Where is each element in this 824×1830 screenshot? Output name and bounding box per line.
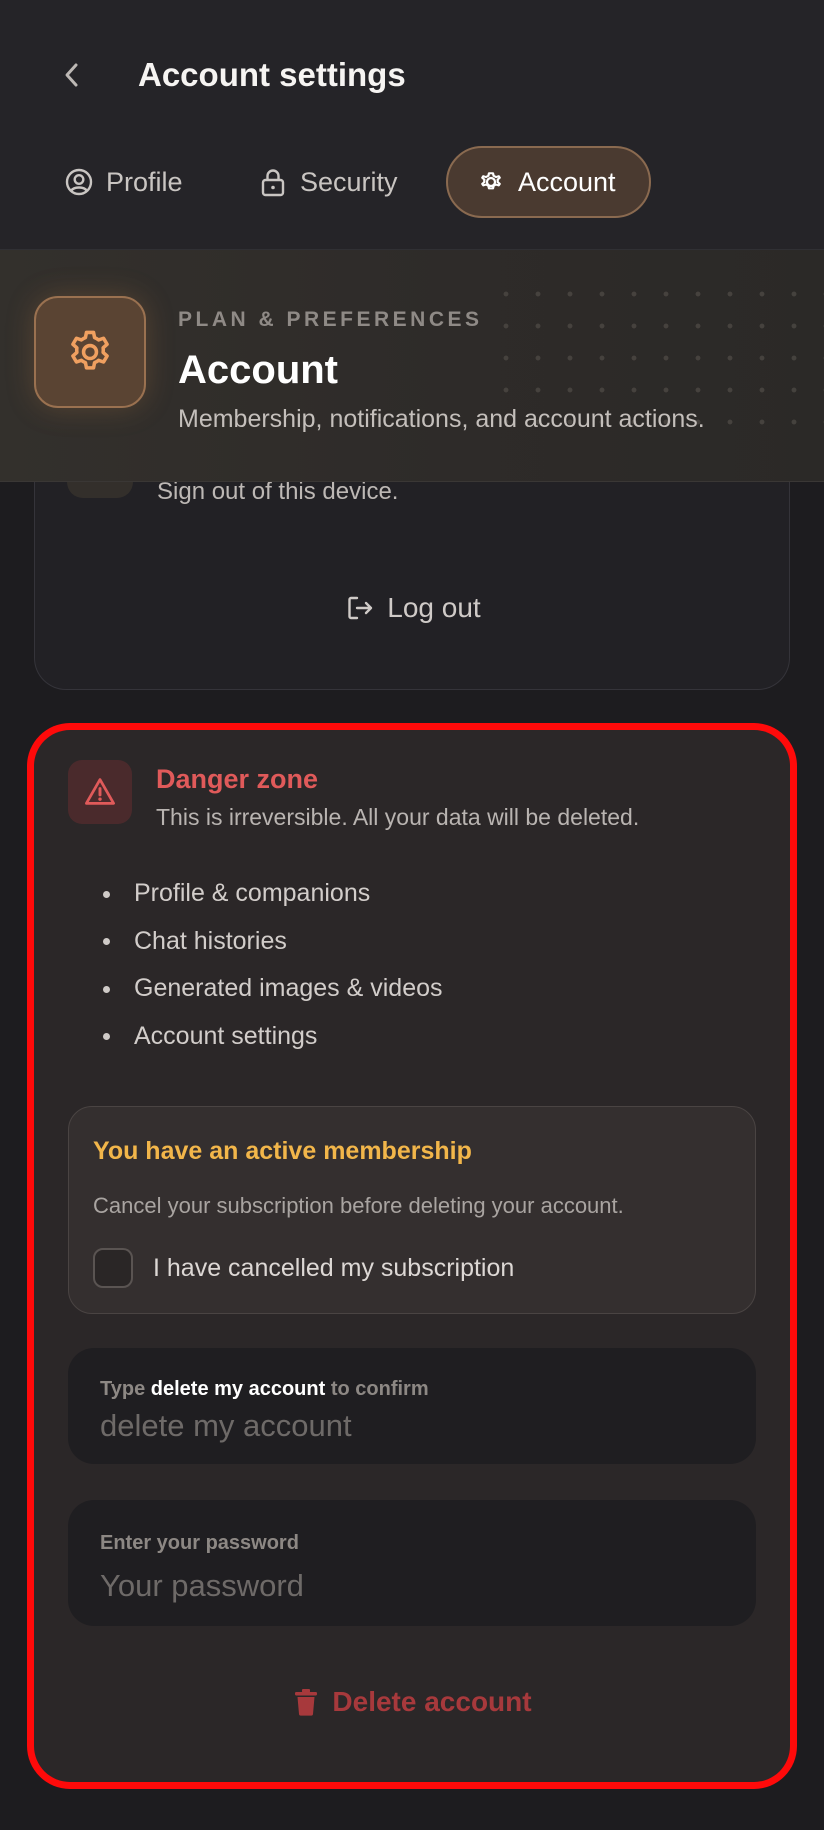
section-icon-badge [34, 296, 146, 408]
warning-icon [85, 778, 115, 805]
bullet [103, 985, 110, 993]
bullet [103, 890, 110, 898]
list-item: Generated images & videos [68, 965, 748, 1013]
list-item: Account settings [68, 1013, 748, 1061]
back-button[interactable] [52, 50, 92, 100]
cancelled-subscription-checkbox[interactable] [93, 1248, 133, 1288]
section-title: Account [178, 348, 338, 392]
settings-tabs: Profile Security Account [0, 146, 824, 218]
membership-title: You have an active membership [93, 1137, 472, 1165]
password-label: Enter your password [100, 1532, 299, 1554]
danger-zone-title: Danger zone [156, 764, 319, 794]
tab-security-label: Security [300, 166, 398, 197]
tab-account[interactable]: Account [446, 146, 651, 218]
logout-icon [348, 596, 373, 620]
cancelled-subscription-checkbox-row[interactable]: I have cancelled my subscription [93, 1247, 514, 1289]
danger-zone-card: Danger zone This is irreversible. All yo… [34, 730, 790, 1782]
lock-icon [261, 169, 285, 197]
gear-icon [71, 330, 109, 370]
logout-button-label: Log out [387, 592, 481, 623]
list-item-text: Account settings [134, 1021, 318, 1050]
bullet [103, 1033, 110, 1041]
section-subtitle: Membership, notifications, and account a… [178, 405, 705, 433]
list-item: Profile & companions [68, 870, 748, 918]
warning-badge [68, 760, 132, 824]
confirm-phrase-label: Type delete my account to confirm [100, 1378, 429, 1401]
user-circle-icon [65, 168, 93, 196]
list-item-text: Generated images & videos [134, 974, 443, 1003]
password-input[interactable] [100, 1564, 720, 1608]
membership-notice: You have an active membership Cancel you… [68, 1106, 756, 1314]
trash-icon [295, 1689, 318, 1716]
chevron-left-icon [65, 63, 78, 87]
label-suffix: to confirm [330, 1378, 429, 1400]
list-item: Chat histories [68, 918, 748, 966]
tab-account-label: Account [518, 166, 616, 197]
top-bar: Account settings Profile Security Accoun… [0, 0, 824, 250]
label-phrase: delete my account [150, 1378, 326, 1400]
delete-account-label: Delete account [332, 1686, 532, 1717]
section-eyebrow: PLAN & PREFERENCES [178, 308, 483, 331]
bullet [103, 938, 110, 946]
tab-profile-label: Profile [106, 166, 183, 197]
logout-description: Sign out of this device. [157, 478, 399, 505]
tab-security[interactable]: Security [258, 146, 398, 218]
membership-description: Cancel your subscription before deleting… [93, 1193, 624, 1218]
list-item-text: Profile & companions [134, 879, 371, 908]
confirm-phrase-input[interactable] [100, 1404, 720, 1448]
password-field: Enter your password [68, 1500, 756, 1626]
section-header: PLAN & PREFERENCES Account Membership, n… [0, 250, 824, 482]
logout-button[interactable]: Log out [35, 578, 791, 638]
page-title: Account settings [138, 56, 406, 93]
confirm-phrase-field: Type delete my account to confirm [68, 1348, 756, 1464]
delete-account-button[interactable]: Delete account [34, 1674, 790, 1730]
checkbox-label: I have cancelled my subscription [153, 1253, 515, 1282]
list-item-text: Chat histories [134, 926, 287, 955]
danger-zone-subtitle: This is irreversible. All your data will… [156, 804, 640, 830]
tab-profile[interactable]: Profile [64, 146, 183, 218]
label-prefix: Type [100, 1378, 146, 1400]
deletion-items-list: Profile & companions Chat histories Gene… [68, 870, 748, 1060]
gear-icon [481, 172, 501, 190]
